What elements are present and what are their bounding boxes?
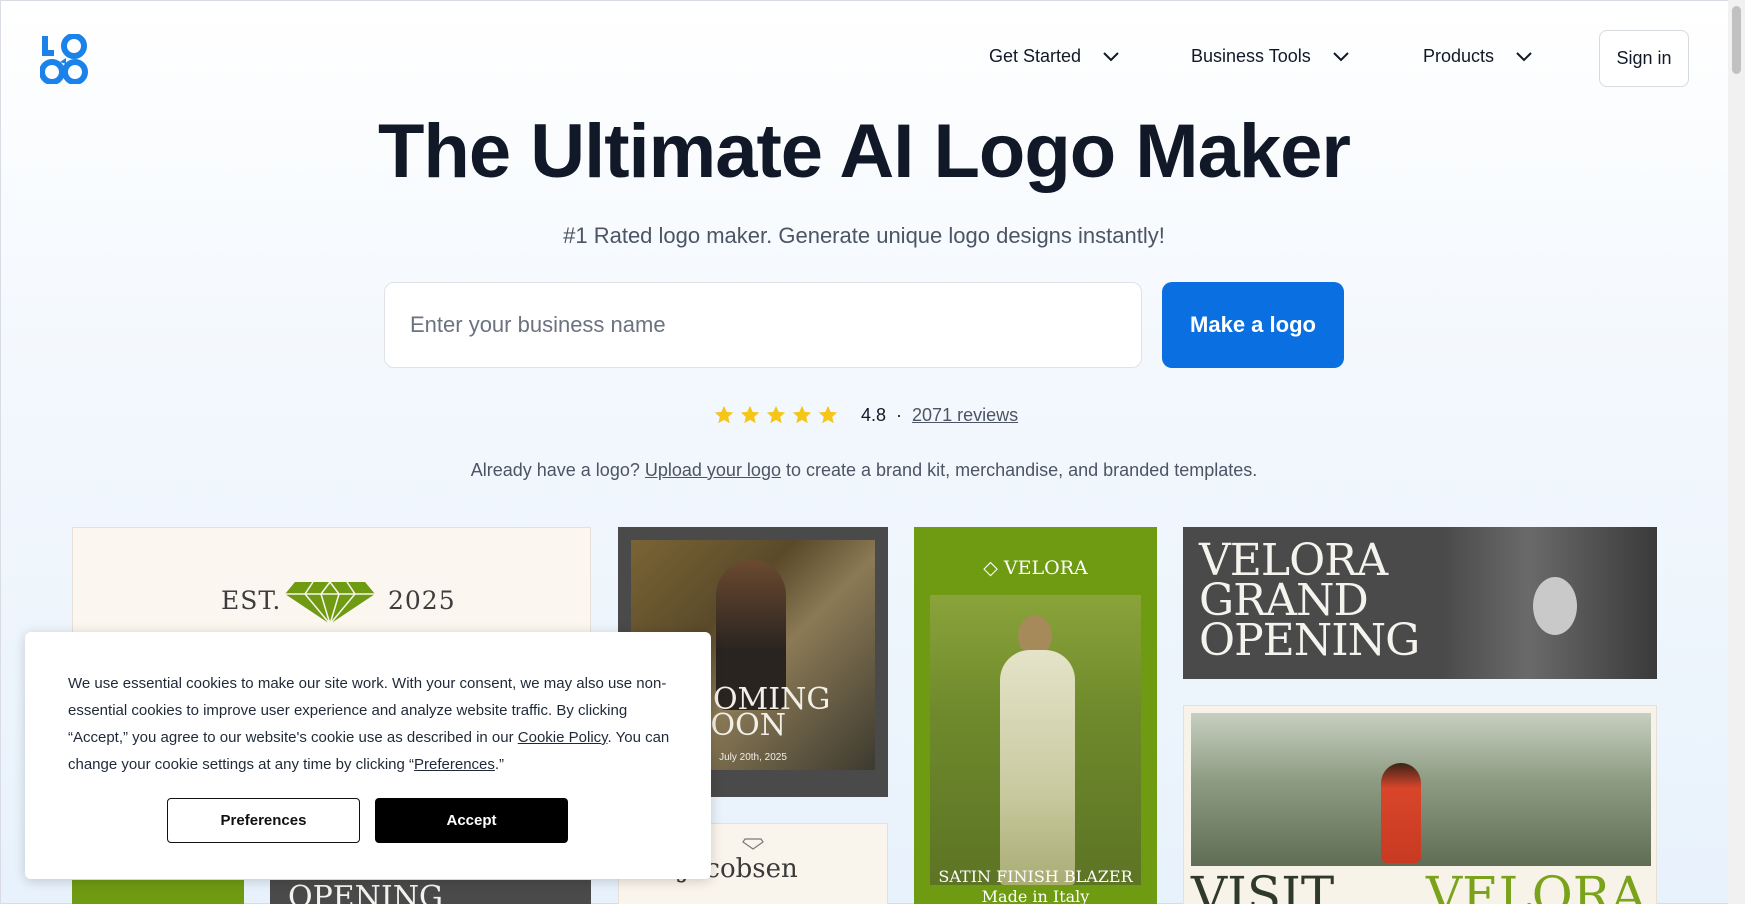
blazer-photo [930, 595, 1141, 885]
upload-logo-link[interactable]: Upload your logo [645, 460, 781, 480]
model-photo [1443, 527, 1657, 679]
nav-label: Get Started [989, 45, 1082, 66]
star-icon [714, 405, 734, 424]
preferences-button[interactable]: Preferences [167, 798, 360, 843]
card-year-label: 2025 [388, 586, 456, 615]
header: Get Started Business Tools Products Sign… [0, 0, 1728, 118]
nav-label: Products [1423, 45, 1495, 66]
star-icon [792, 405, 812, 424]
scrollbar[interactable] [1728, 0, 1745, 904]
nav-get-started[interactable]: Get Started [989, 28, 1121, 84]
upload-line: Already have a logo? Upload your logo to… [0, 460, 1728, 481]
upload-prefix: Already have a logo? [470, 460, 640, 480]
reviews-link[interactable]: 2071 reviews [912, 405, 1018, 426]
rating-separator: · [896, 404, 903, 425]
diamond-icon [742, 838, 764, 850]
star-icon [766, 405, 786, 424]
coming-soon-text: COMING SOON [690, 682, 831, 743]
cookie-banner: We use essential cookies to make our sit… [25, 632, 711, 879]
page-title: The Ultimate AI Logo Maker [378, 109, 1351, 194]
signin-button[interactable]: Sign in [1599, 30, 1689, 87]
garden-photo [1191, 713, 1651, 866]
preferences-link[interactable]: Preferences [414, 756, 495, 773]
hero-subtitle: #1 Rated logo maker. Generate unique log… [563, 223, 1165, 248]
blazer-caption: SATIN FINISH BLAZER Made in Italy [938, 867, 1133, 904]
star-icon [818, 405, 838, 424]
star-rating [713, 404, 839, 426]
rating-value: 4.8 [861, 404, 887, 425]
nav-label: Business Tools [1191, 45, 1311, 66]
gallery-card-visit-velora: VISIT VELORA [1183, 705, 1657, 904]
make-logo-button[interactable]: Make a logo [1162, 282, 1344, 368]
diamond-icon: ◇ [983, 557, 998, 579]
gallery-card-green [72, 880, 244, 904]
nav-business-tools[interactable]: Business Tools [1191, 28, 1351, 84]
grand-opening-text: VELORA GRAND OPENING [1199, 535, 1420, 666]
card-est-label: EST. [221, 586, 282, 615]
rating-row: 4.8 · 2071 reviews [713, 400, 1018, 430]
business-name-input[interactable] [384, 282, 1142, 368]
star-icon [740, 405, 760, 424]
upload-suffix: to create a brand kit, merchandise, and … [785, 460, 1258, 480]
cookie-policy-link[interactable]: Cookie Policy [518, 729, 608, 746]
velora-text: VELORA [1426, 866, 1647, 904]
chevron-down-icon [1333, 52, 1349, 62]
nav-products[interactable]: Products [1423, 28, 1534, 84]
opening-text: OPENING [288, 880, 443, 904]
gallery-card-velora-blazer: ◇ VELORA SATIN FINISH BLAZER Made in Ita… [914, 527, 1157, 904]
velora-brand: ◇ VELORA [983, 557, 1088, 579]
visit-text: VISIT [1191, 866, 1335, 904]
cookie-text: We use essential cookies to make our sit… [68, 675, 670, 773]
gallery-card-est: EST. 2025 [72, 527, 591, 637]
diamond-icon [285, 580, 375, 626]
chevron-down-icon [1103, 52, 1119, 62]
logo-icon[interactable] [39, 33, 90, 85]
gallery-card-grand-opening: VELORA GRAND OPENING [1183, 527, 1657, 679]
chevron-down-icon [1516, 52, 1532, 62]
scrollbar-thumb[interactable] [1732, 6, 1741, 74]
gallery-card-opening: OPENING [270, 880, 591, 904]
accept-button[interactable]: Accept [375, 798, 568, 843]
